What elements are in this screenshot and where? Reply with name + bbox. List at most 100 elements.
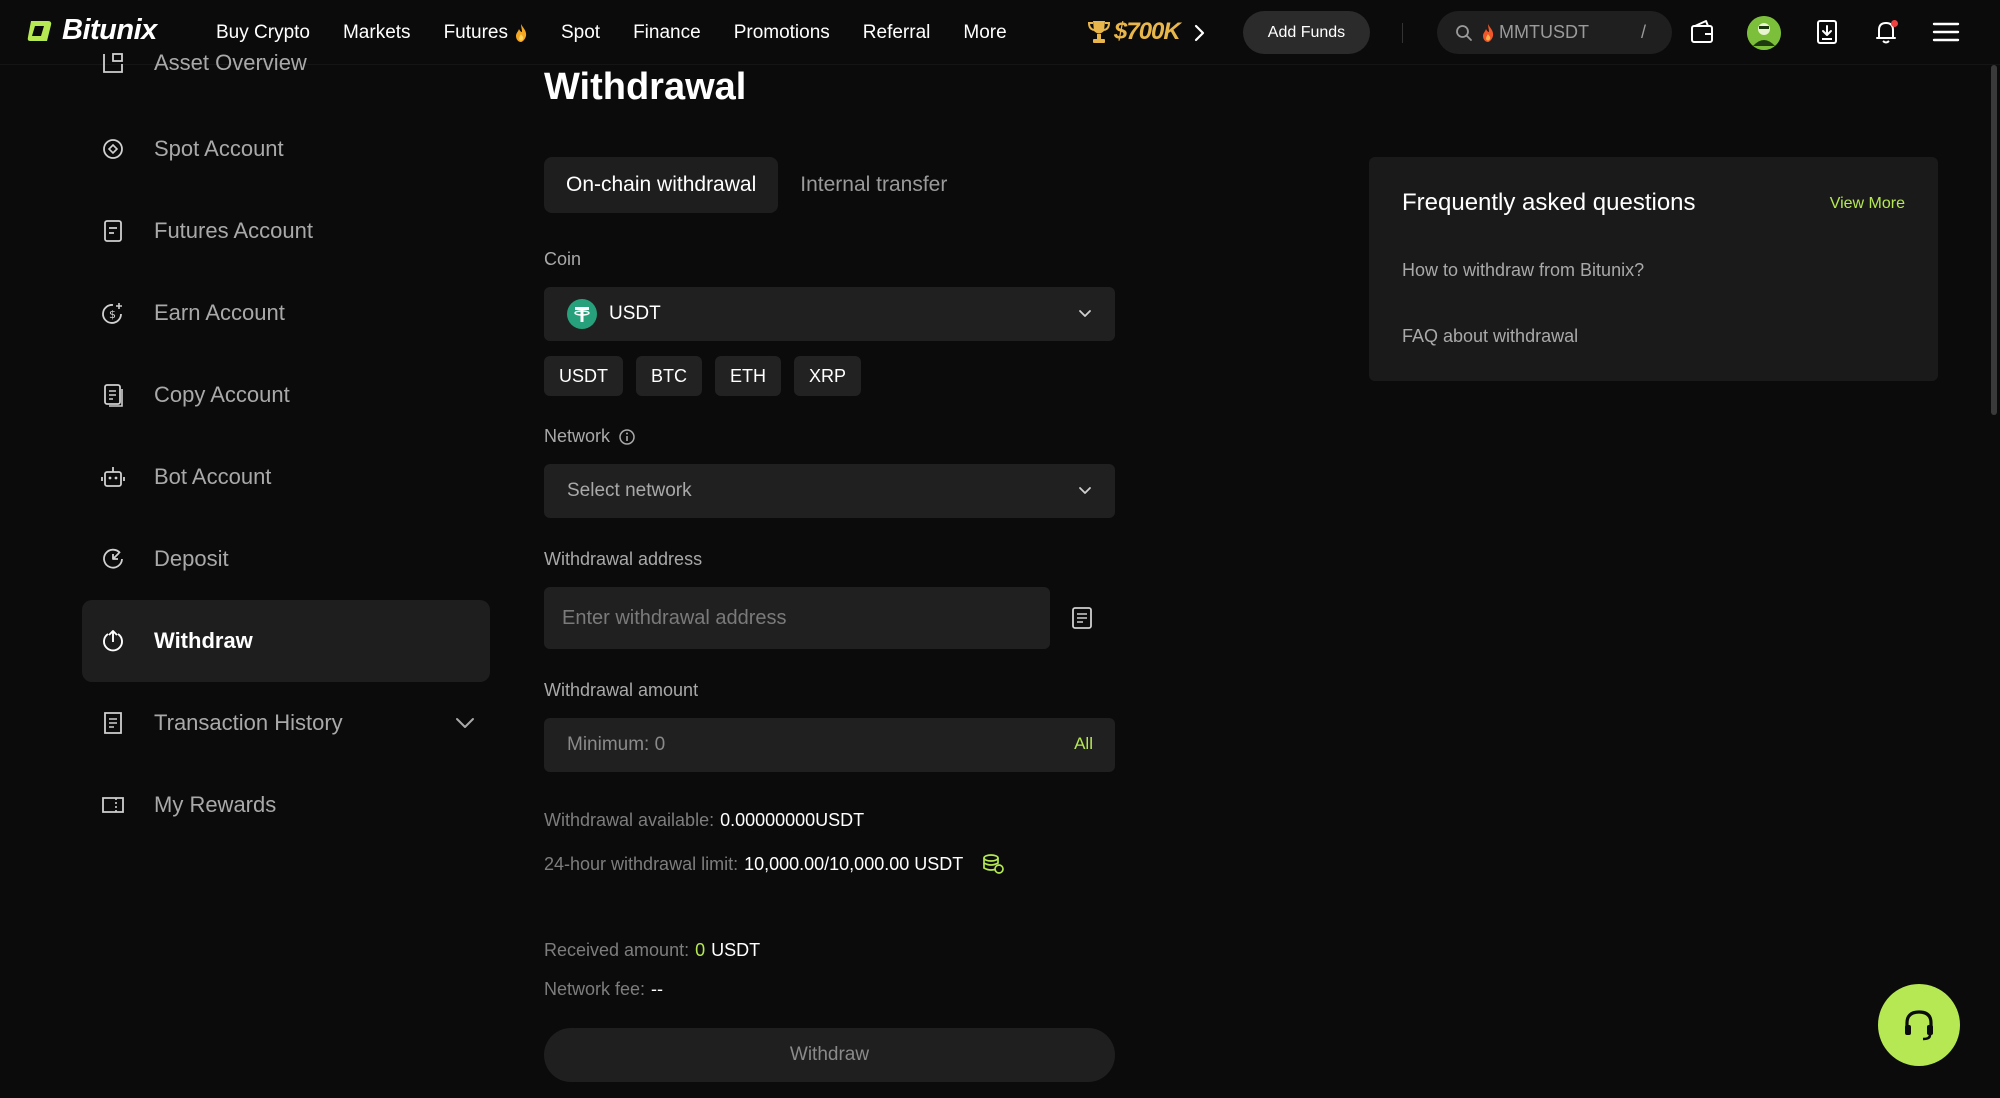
nav-referral[interactable]: Referral [863,22,931,44]
network-placeholder: Select network [567,480,692,501]
menu-icon[interactable] [1932,18,1960,46]
wallet-icon[interactable] [1688,18,1716,46]
usdt-coin-icon [567,299,597,329]
received-unit: USDT [711,940,761,960]
available-label: Withdrawal available: [544,810,715,830]
promo-amount: $700K [1114,18,1181,45]
document-icon [104,220,122,242]
faq-item-about-withdrawal[interactable]: FAQ about withdrawal [1402,326,1578,347]
chevron-down-icon[interactable] [454,712,476,734]
faq-view-more-link[interactable]: View More [1830,195,1905,213]
limit-value: 10,000.00/10,000.00 USDT [744,853,964,874]
sidebar-item-label: Withdraw [154,628,253,653]
search-bar[interactable]: MMTUSDT / [1437,11,1672,54]
sidebar-item-withdraw[interactable]: Withdraw [82,600,490,682]
info-icon[interactable] [618,428,636,446]
sidebar-item-my-rewards[interactable]: My Rewards [82,764,490,846]
flame-icon [1483,23,1494,42]
limit-label: 24-hour withdrawal limit: [544,853,739,874]
sidebar-item-deposit[interactable]: Deposit [82,518,490,600]
withdrawal-limit-row: 24-hour withdrawal limit: 10,000.00/10,0… [544,852,1005,876]
sidebar-item-spot-account[interactable]: Spot Account [82,108,490,190]
coin-selected-value: USDT [609,303,661,324]
available-value: 0.00000000USDT [720,810,865,830]
sidebar-item-transaction-history[interactable]: Transaction History [82,682,490,764]
tab-internal-transfer[interactable]: Internal transfer [778,157,969,213]
sidebar-item-label: Copy Account [154,382,290,407]
faq-item-how-to-withdraw[interactable]: How to withdraw from Bitunix? [1402,260,1644,281]
sidebar-item-bot-account[interactable]: Bot Account [82,436,490,518]
network-select[interactable]: Select network [544,464,1115,518]
robot-icon [101,467,125,487]
spot-target-icon [103,139,123,159]
coin-select[interactable]: USDT [544,287,1115,341]
amount-label: Withdrawal amount [544,680,699,700]
sidebar-item-copy-account[interactable]: Copy Account [82,354,490,436]
sidebar-item-label: Earn Account [154,300,285,325]
nav-finance[interactable]: Finance [633,22,701,44]
nav-more[interactable]: More [963,22,1006,44]
sidebar-item-label: Asset Overview [154,50,307,75]
logo-mark-icon [27,20,52,41]
chart-box-icon [103,53,123,73]
sidebar-item-label: My Rewards [154,792,277,817]
nav-promotions[interactable]: Promotions [734,22,830,44]
sidebar-item-earn-account[interactable]: $ Earn Account [82,272,490,354]
page-title: Withdrawal [544,66,747,108]
headset-icon [1905,1010,1933,1041]
page-scrollbar[interactable] [1991,65,1997,415]
received-label: Received amount: [544,940,690,960]
notification-dot [1891,20,1898,27]
deposit-icon [103,548,123,569]
fee-label: Network fee: [544,979,646,999]
network-label: Network [544,426,611,446]
search-text: MMTUSDT [1499,22,1589,42]
chip-eth[interactable]: ETH [715,356,781,396]
faq-title: Frequently asked questions [1402,189,1696,216]
withdrawal-available-row: Withdrawal available: 0.00000000USDT [544,810,864,831]
tab-on-chain-withdrawal[interactable]: On-chain withdrawal [544,157,779,213]
promo-badge[interactable]: $700K [1088,18,1181,46]
nav-divider [1402,23,1403,43]
trophy-icon [1088,21,1110,43]
network-fee-row: Network fee: -- [544,979,663,1000]
chevron-down-icon [1079,487,1091,494]
coins-stack-icon[interactable] [981,852,1005,876]
withdraw-tabs: On-chain withdrawal Internal transfer [544,157,969,213]
chip-btc[interactable]: BTC [636,356,702,396]
sidebar-item-asset-overview[interactable]: Asset Overview [82,22,490,104]
sidebar-item-label: Spot Account [154,136,284,161]
user-avatar-icon [1747,16,1781,50]
sidebar-item-futures-account[interactable]: Futures Account [82,190,490,272]
download-icon[interactable] [1813,18,1841,46]
withdrawal-amount-input[interactable] [544,718,1024,772]
withdraw-icon [103,630,123,652]
withdrawal-address-input[interactable] [544,587,1050,649]
sidebar-item-label: Futures Account [154,218,313,243]
svg-text:$: $ [109,308,116,321]
search-shortcut: / [1640,22,1646,42]
support-chat-button[interactable] [1878,984,1960,1066]
faq-panel: Frequently asked questions View More How… [1369,157,1938,381]
avatar[interactable] [1747,16,1781,50]
sidebar-item-label: Transaction History [154,710,343,735]
address-book-icon[interactable] [1070,605,1094,631]
chip-usdt[interactable]: USDT [544,356,623,396]
network-label-row: Network [544,426,636,447]
fee-value: -- [651,979,664,999]
receipt-icon [104,712,122,734]
copy-icon [104,384,123,407]
coin-earn-icon: $ [102,303,122,324]
chip-xrp[interactable]: XRP [794,356,862,396]
received-value: 0 [695,940,706,960]
withdraw-button[interactable]: Withdraw [544,1028,1115,1082]
chevron-right-icon[interactable] [1190,22,1208,44]
coin-label: Coin [544,249,582,269]
add-funds-button[interactable]: Add Funds [1243,11,1370,54]
sidebar-item-label: Deposit [154,546,229,571]
amount-field: All [544,718,1115,772]
coin-quick-chips: USDT BTC ETH XRP [544,356,862,396]
all-amount-button[interactable]: All [1074,734,1093,754]
nav-spot[interactable]: Spot [561,22,600,44]
rewards-ticket-icon [102,797,124,813]
